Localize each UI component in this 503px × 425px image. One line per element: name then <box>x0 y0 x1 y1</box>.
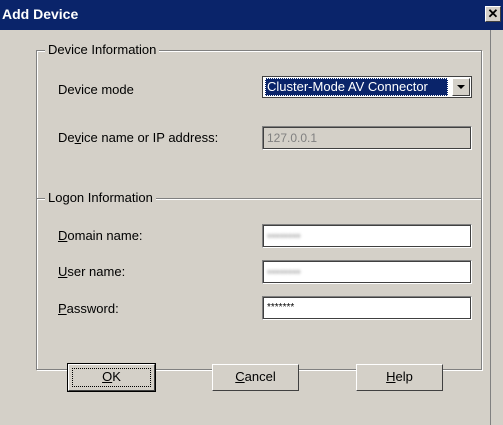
device-mode-value: Cluster-Mode AV Connector <box>265 78 448 96</box>
chevron-down-icon[interactable] <box>452 78 470 96</box>
help-button[interactable]: Help <box>356 364 443 391</box>
domain-name-label: Domain name: <box>58 228 143 243</box>
ok-button[interactable]: OK <box>67 363 156 392</box>
window-title: Add Device <box>2 6 79 22</box>
close-button[interactable]: ✕ <box>485 6 501 22</box>
title-bar[interactable]: Add Device ✕ <box>0 0 503 30</box>
cancel-button[interactable]: Cancel <box>212 364 299 391</box>
password-label: Password: <box>58 301 119 316</box>
user-name-field[interactable]: •••••••• <box>262 260 472 284</box>
add-device-dialog: Add Device ✕ Device Information Device m… <box>0 0 503 425</box>
device-name-field[interactable]: 127.0.0.1 <box>262 126 472 150</box>
device-information-title: Device Information <box>45 42 160 57</box>
password-field[interactable]: ******* <box>262 296 472 320</box>
device-mode-select[interactable]: Cluster-Mode AV Connector <box>262 76 472 98</box>
user-name-label: User name: <box>58 264 126 279</box>
device-name-label: Device name or IP address: <box>58 130 219 145</box>
device-information-group: Device Information <box>36 42 482 199</box>
logon-information-title: Logon Information <box>45 190 156 205</box>
dialog-client-area: Device Information Device mode Cluster-M… <box>0 30 491 425</box>
device-mode-label: Device mode <box>58 82 134 97</box>
domain-name-field[interactable]: •••••••• <box>262 224 472 248</box>
close-icon: ✕ <box>487 6 499 21</box>
